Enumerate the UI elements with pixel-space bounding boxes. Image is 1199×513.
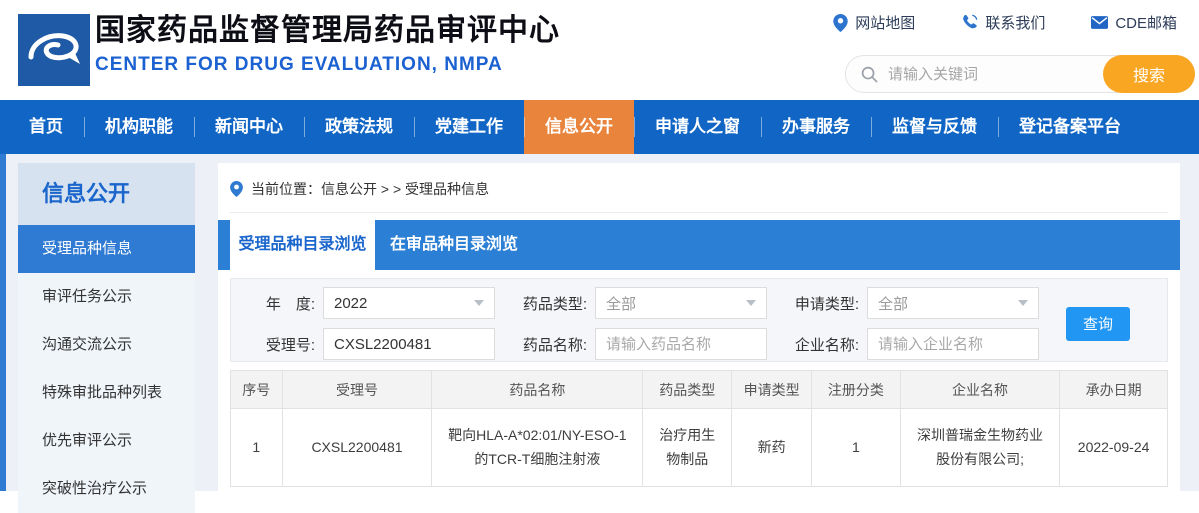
col-header-company: 企业名称 bbox=[899, 370, 1061, 409]
table-header-row: 序号 受理号 药品名称 药品类型 申请类型 注册分类 企业名称 承办日期 bbox=[230, 370, 1168, 409]
nav-item-services[interactable]: 办事服务 bbox=[761, 100, 871, 154]
col-header-date: 承办日期 bbox=[1059, 370, 1168, 409]
site-header: 国家药品监督管理局药品审评中心 CENTER FOR DRUG EVALUATI… bbox=[0, 0, 1199, 100]
drug-name-label: 药品名称: bbox=[522, 336, 587, 354]
main-nav: 首页 机构职能 新闻中心 政策法规 党建工作 信息公开 申请人之窗 办事服务 监… bbox=[0, 100, 1199, 154]
cde-mail-link[interactable]: CDE邮箱 bbox=[1091, 12, 1177, 33]
tab-accepted-catalog[interactable]: 受理品种目录浏览 bbox=[230, 220, 375, 270]
company-name-label: 企业名称: bbox=[794, 336, 859, 354]
tab-under-review-catalog[interactable]: 在审品种目录浏览 bbox=[375, 220, 533, 270]
sidebar-item-review-tasks[interactable]: 审评任务公示 bbox=[18, 273, 195, 321]
search-input[interactable] bbox=[878, 65, 1103, 83]
cde-logo bbox=[18, 14, 90, 86]
left-edge-strip bbox=[0, 154, 6, 491]
chevron-down-icon bbox=[474, 300, 484, 306]
results-table-wrap: 序号 受理号 药品名称 药品类型 申请类型 注册分类 企业名称 承办日期 1 C… bbox=[230, 370, 1168, 487]
cell-drug-type: 治疗用生物制品 bbox=[642, 408, 733, 487]
year-label: 年 度: bbox=[265, 295, 315, 313]
sidebar: 信息公开 受理品种信息 审评任务公示 沟通交流公示 特殊审批品种列表 优先审评公… bbox=[18, 163, 195, 513]
content-panel: 当前位置：信息公开 > > 受理品种信息 受理品种目录浏览 在审品种目录浏览 年… bbox=[218, 163, 1180, 491]
nav-item-org[interactable]: 机构职能 bbox=[84, 100, 194, 154]
col-header-acceptance-no: 受理号 bbox=[281, 370, 433, 409]
site-search: 搜索 bbox=[845, 55, 1195, 93]
drug-type-select[interactable]: 全部 bbox=[595, 287, 767, 319]
col-header-reg-class: 注册分类 bbox=[810, 370, 901, 409]
nav-item-applicant[interactable]: 申请人之窗 bbox=[634, 100, 761, 154]
col-header-apply-type: 申请类型 bbox=[731, 370, 812, 409]
col-header-drug-name: 药品名称 bbox=[431, 370, 644, 409]
acceptance-no-label: 受理号: bbox=[265, 336, 315, 354]
drug-name-input[interactable] bbox=[606, 335, 756, 353]
drug-type-value: 全部 bbox=[606, 295, 637, 313]
year-select[interactable]: 2022 bbox=[323, 287, 495, 319]
nav-item-party[interactable]: 党建工作 bbox=[414, 100, 524, 154]
location-pin-icon bbox=[833, 13, 848, 32]
tab-bar: 受理品种目录浏览 在审品种目录浏览 bbox=[218, 220, 1180, 270]
query-button[interactable]: 查询 bbox=[1066, 306, 1130, 341]
nav-item-supervision[interactable]: 监督与反馈 bbox=[871, 100, 998, 154]
cell-apply-type: 新药 bbox=[731, 408, 812, 487]
breadcrumb: 当前位置：信息公开 > > 受理品种信息 bbox=[218, 163, 1180, 212]
cell-date: 2022-09-24 bbox=[1059, 408, 1168, 487]
nav-item-home[interactable]: 首页 bbox=[8, 100, 84, 154]
nav-item-registration[interactable]: 登记备案平台 bbox=[998, 100, 1142, 154]
sidebar-item-accepted-varieties[interactable]: 受理品种信息 bbox=[18, 225, 195, 273]
cell-reg-class: 1 bbox=[810, 408, 901, 487]
search-button[interactable]: 搜索 bbox=[1103, 55, 1195, 93]
phone-icon bbox=[963, 14, 978, 29]
contact-label: 联系我们 bbox=[985, 15, 1046, 32]
chevron-down-icon bbox=[746, 300, 756, 306]
nav-item-policy[interactable]: 政策法规 bbox=[304, 100, 414, 154]
search-icon bbox=[861, 66, 878, 82]
contact-link[interactable]: 联系我们 bbox=[961, 12, 1045, 33]
apply-type-label: 申请类型: bbox=[794, 295, 859, 313]
sidebar-item-priority-review[interactable]: 优先审评公示 bbox=[18, 417, 195, 465]
breadcrumb-text: 当前位置：信息公开 > > 受理品种信息 bbox=[251, 181, 490, 197]
sidebar-item-communication[interactable]: 沟通交流公示 bbox=[18, 321, 195, 369]
brand-block: 国家药品监督管理局药品审评中心 CENTER FOR DRUG EVALUATI… bbox=[95, 13, 560, 76]
drug-type-label: 药品类型: bbox=[522, 295, 587, 313]
sidebar-item-breakthrough-therapy[interactable]: 突破性治疗公示 bbox=[18, 465, 195, 513]
apply-type-value: 全部 bbox=[878, 295, 909, 313]
nav-item-news[interactable]: 新闻中心 bbox=[194, 100, 304, 154]
breadcrumb-pin-icon bbox=[230, 181, 243, 197]
col-header-drug-type: 药品类型 bbox=[642, 370, 733, 409]
logo-swoosh-icon bbox=[28, 33, 80, 64]
company-name-field bbox=[867, 328, 1039, 360]
drug-name-field bbox=[595, 328, 767, 360]
acceptance-no-field bbox=[323, 328, 495, 360]
sitemap-link[interactable]: 网站地图 bbox=[833, 12, 915, 33]
site-title: 国家药品监督管理局药品审评中心 bbox=[95, 14, 560, 47]
company-name-input[interactable] bbox=[878, 335, 1028, 353]
sitemap-label: 网站地图 bbox=[855, 15, 916, 32]
mail-icon bbox=[1091, 16, 1109, 29]
table-row: 1 CXSL2200481 靶向HLA-A*02:01/NY-ESO-1的TCR… bbox=[230, 408, 1168, 487]
results-table: 序号 受理号 药品名称 药品类型 申请类型 注册分类 企业名称 承办日期 1 C… bbox=[230, 370, 1168, 487]
cell-company: 深圳普瑞金生物药业股份有限公司; bbox=[899, 408, 1061, 487]
cell-no: 1 bbox=[230, 408, 283, 487]
chevron-down-icon bbox=[1018, 300, 1028, 306]
sidebar-item-special-approval[interactable]: 特殊审批品种列表 bbox=[18, 369, 195, 417]
cde-mail-label: CDE邮箱 bbox=[1115, 15, 1177, 32]
col-header-no: 序号 bbox=[230, 370, 283, 409]
acceptance-no-input[interactable] bbox=[334, 335, 484, 353]
sidebar-title: 信息公开 bbox=[18, 163, 195, 225]
breadcrumb-divider bbox=[230, 212, 1168, 213]
year-value: 2022 bbox=[334, 294, 368, 312]
apply-type-select[interactable]: 全部 bbox=[867, 287, 1039, 319]
header-quick-links: 网站地图 联系我们 CDE邮箱 bbox=[833, 12, 1177, 33]
cell-acceptance-no: CXSL2200481 bbox=[281, 408, 433, 487]
site-subtitle: CENTER FOR DRUG EVALUATION, NMPA bbox=[95, 54, 503, 75]
nav-item-info-disclosure[interactable]: 信息公开 bbox=[524, 100, 634, 154]
filter-panel: 年 度: 2022 药品类型: 全部 申请类型: 全部 查询 受理号: 药品名称… bbox=[230, 278, 1168, 362]
cell-drug-name: 靶向HLA-A*02:01/NY-ESO-1的TCR-T细胞注射液 bbox=[431, 408, 644, 487]
